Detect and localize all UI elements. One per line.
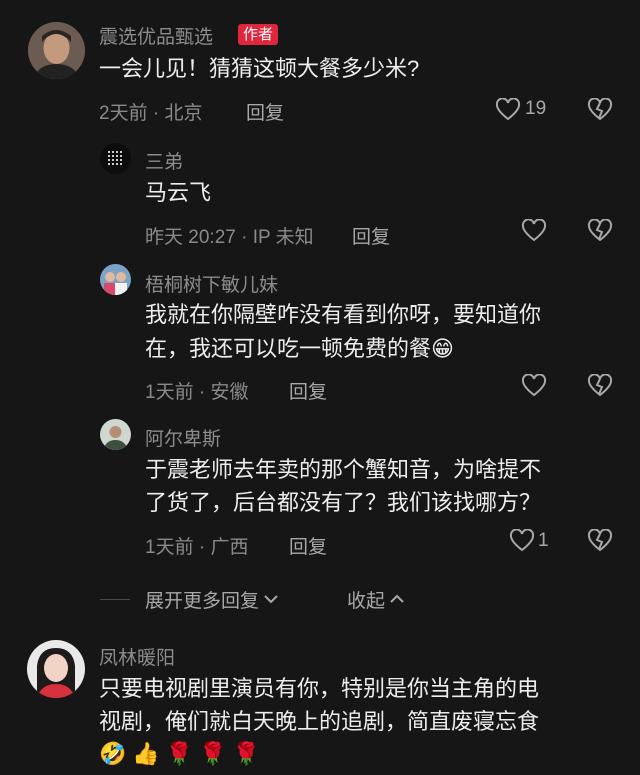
reply-text-line2: 了货了，后台都没有了？我们该找哪方？ bbox=[145, 490, 542, 515]
reply-meta: 1天前 · 安徽 bbox=[145, 382, 249, 403]
heart-outline-icon bbox=[521, 374, 547, 397]
collapse-replies-label: 收起 bbox=[347, 590, 386, 612]
reply-text-line1: 于震老师去年卖的那个蟹知音，为啥提不 bbox=[145, 457, 542, 482]
heart-outline-icon bbox=[509, 529, 535, 552]
broken-heart-icon bbox=[587, 98, 613, 121]
like-button[interactable] bbox=[521, 374, 547, 398]
avatar[interactable] bbox=[100, 419, 131, 450]
avatar-photo bbox=[28, 22, 85, 79]
chevron-up-icon bbox=[390, 594, 404, 603]
avatar-photo bbox=[27, 640, 85, 698]
heart-outline-icon bbox=[495, 98, 521, 121]
avatar-photo bbox=[100, 419, 131, 450]
like-button[interactable]: 19 bbox=[495, 96, 553, 124]
dislike-button[interactable] bbox=[587, 98, 613, 122]
reply-button[interactable]: 回复 bbox=[289, 377, 327, 404]
like-button[interactable]: 1 bbox=[509, 529, 553, 557]
reply-author[interactable]: 三弟 bbox=[145, 147, 183, 174]
author-badge: 作者 bbox=[238, 24, 279, 45]
comment-author[interactable]: 震选优品甄选 bbox=[99, 22, 213, 49]
expand-replies-button[interactable]: 展开更多回复 bbox=[145, 587, 280, 612]
like-count: 19 bbox=[525, 98, 547, 119]
avatar[interactable] bbox=[100, 143, 131, 174]
comment-author[interactable]: 凤林暖阳 bbox=[99, 643, 175, 670]
reply-button[interactable]: 回复 bbox=[246, 98, 284, 125]
collapse-replies-button[interactable]: 收起 bbox=[347, 587, 406, 612]
like-button[interactable] bbox=[521, 219, 547, 243]
reply-button[interactable]: 回复 bbox=[352, 222, 390, 249]
comment-meta: 2天前 · 北京 bbox=[99, 103, 203, 124]
like-count: 1 bbox=[538, 530, 549, 551]
reply-button[interactable]: 回复 bbox=[289, 532, 327, 559]
reply-meta: 1天前 · 广西 bbox=[145, 537, 249, 558]
dislike-button[interactable] bbox=[587, 374, 613, 398]
reply-text-line1: 我就在你隔壁咋没有看到你呀，要知道你 bbox=[145, 302, 542, 327]
avatar-photo bbox=[100, 264, 131, 295]
reply-meta: 昨天 20:27 · IP 未知 bbox=[145, 227, 314, 248]
dislike-button[interactable] bbox=[587, 219, 613, 243]
grin-emoji: 😁 bbox=[431, 336, 454, 361]
broken-heart-icon bbox=[587, 374, 613, 397]
expand-divider bbox=[100, 599, 130, 600]
avatar[interactable] bbox=[28, 22, 85, 79]
reply-text: 马云飞 bbox=[145, 180, 212, 205]
comment-text-line1: 只要电视剧里演员有你，特别是你当主角的电 bbox=[99, 676, 540, 701]
avatar-photo bbox=[100, 143, 131, 174]
comment-emojis: 🤣👍🌹🌹🌹 bbox=[99, 741, 266, 766]
reply-author[interactable]: 阿尔卑斯 bbox=[145, 424, 221, 451]
comment-text-line2: 视剧，俺们就白天晚上的追剧，简直废寝忘食 bbox=[99, 709, 540, 734]
reply-text-line2-content: 在，我还可以吃一顿免费的餐 bbox=[145, 336, 432, 361]
expand-replies-label: 展开更多回复 bbox=[145, 590, 260, 612]
broken-heart-icon bbox=[587, 529, 613, 552]
avatar[interactable] bbox=[100, 264, 131, 295]
dislike-button[interactable] bbox=[587, 529, 613, 553]
reply-author[interactable]: 梧桐树下敏儿妹 bbox=[145, 270, 278, 297]
avatar[interactable] bbox=[27, 640, 85, 698]
comment-text: 一会儿见！猜猜这顿大餐多少米? bbox=[99, 56, 420, 81]
reply-text-line2: 在，我还可以吃一顿免费的餐😁 bbox=[145, 332, 454, 365]
heart-outline-icon bbox=[521, 219, 547, 242]
chevron-down-icon bbox=[264, 595, 278, 604]
broken-heart-icon bbox=[587, 219, 613, 242]
